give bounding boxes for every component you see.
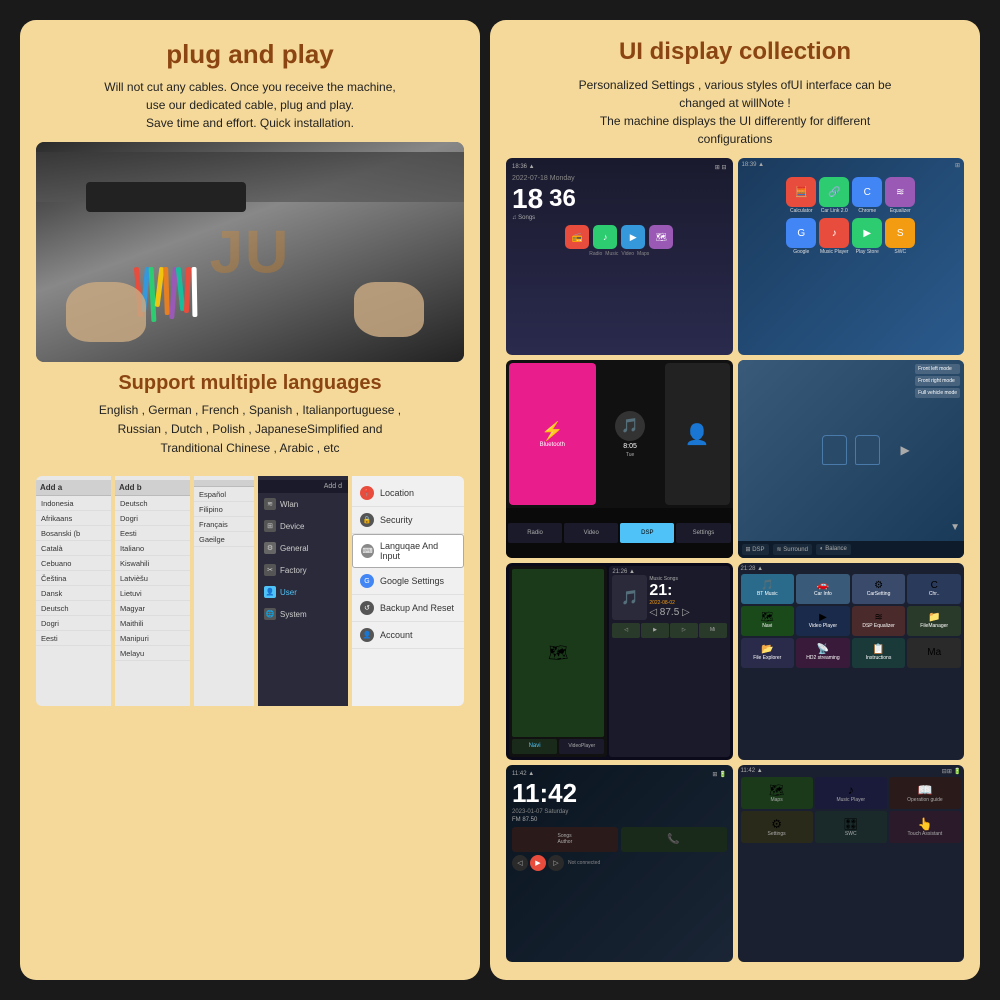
settings-mockup: Add a Indonesia Afrikaans Bosanski (b Ca…: [36, 476, 464, 706]
settings-menu: 📍 Location 🔒 Security ⌨ Languqae And Inp…: [352, 476, 464, 706]
ui-title: UI display collection: [506, 38, 964, 66]
menu-google-settings[interactable]: G Google Settings: [352, 568, 464, 595]
lang-title: Support multiple languages: [36, 372, 464, 395]
ui-grid: 18:36 ▲ ⊞ ⊟ 2022-07-18 Monday 18 36 ♫ So…: [506, 158, 964, 962]
screen-maps-apps: 11:42 ▲ ⊟⊞ 🔋 🗺 Maps ♪ Music Player 📖 Ope…: [738, 765, 965, 962]
right-panel: UI display collection Personalized Setti…: [490, 20, 980, 980]
plug-image: JU: [36, 142, 464, 362]
plug-play-desc: Will not cut any cables. Once you receiv…: [36, 78, 464, 132]
menu-backup-reset[interactable]: ↺ Backup And Reset: [352, 595, 464, 622]
plug-play-section: plug and play Will not cut any cables. O…: [36, 38, 464, 132]
menu-security[interactable]: 🔒 Security: [352, 507, 464, 534]
screen-clock2: 11:42 ▲ ⊞ 🔋 11:42 2023-01-07 Saturday FM…: [506, 765, 733, 962]
screen-app-grid: 18:39 ▲ ⊞ 🧮 Calculator 🔗 Car Link 2.0 C …: [738, 158, 965, 355]
menu-language-input[interactable]: ⌨ Languqae And Input: [352, 534, 464, 568]
lang-col-2: Add b Deutsch Dogri Eesti Italiano Kiswa…: [115, 476, 190, 706]
screen-dsp: ▶ Front left mode Front right mode Full …: [738, 360, 965, 557]
screen-bluetooth: ⚡ Bluetooth 🎵 8:05 Tue 👤 Radio Video DSP…: [506, 360, 733, 557]
nav-device[interactable]: ⊞ Device: [258, 515, 348, 537]
languages-section: Support multiple languages English , Ger…: [36, 372, 464, 467]
nav-user[interactable]: 👤 User: [258, 581, 348, 603]
lang-col-3: Español Filipino Français Gaeilge: [194, 476, 254, 706]
ui-desc: Personalized Settings , various styles o…: [506, 76, 964, 148]
watermark: JU: [210, 217, 291, 286]
plug-play-title: plug and play: [36, 38, 464, 72]
main-container: plug and play Will not cut any cables. O…: [10, 10, 990, 990]
screen-app-list: 21:28 ▲ 🎵 BT Music 🚗 Car Info ⚙ CarSetti…: [738, 563, 965, 760]
menu-location[interactable]: 📍 Location: [352, 480, 464, 507]
screen-music-nav: 🗺 Navi VideoPlayer 21:26 ▲ 🎵 Music Songs…: [506, 563, 733, 760]
nav-system[interactable]: 🌐 System: [258, 603, 348, 625]
screen-clock-radio: 18:36 ▲ ⊞ ⊟ 2022-07-18 Monday 18 36 ♫ So…: [506, 158, 733, 355]
settings-nav: Add d ≋ Wlan ⊞ Device ⚙ General ✂ Factor…: [258, 476, 348, 706]
left-panel: plug and play Will not cut any cables. O…: [20, 20, 480, 980]
lang-desc: English , German , French , Spanish , It…: [36, 401, 464, 459]
menu-account[interactable]: 👤 Account: [352, 622, 464, 649]
nav-general[interactable]: ⚙ General: [258, 537, 348, 559]
nav-wlan[interactable]: ≋ Wlan: [258, 493, 348, 515]
lang-col-1: Add a Indonesia Afrikaans Bosanski (b Ca…: [36, 476, 111, 706]
nav-factory[interactable]: ✂ Factory: [258, 559, 348, 581]
